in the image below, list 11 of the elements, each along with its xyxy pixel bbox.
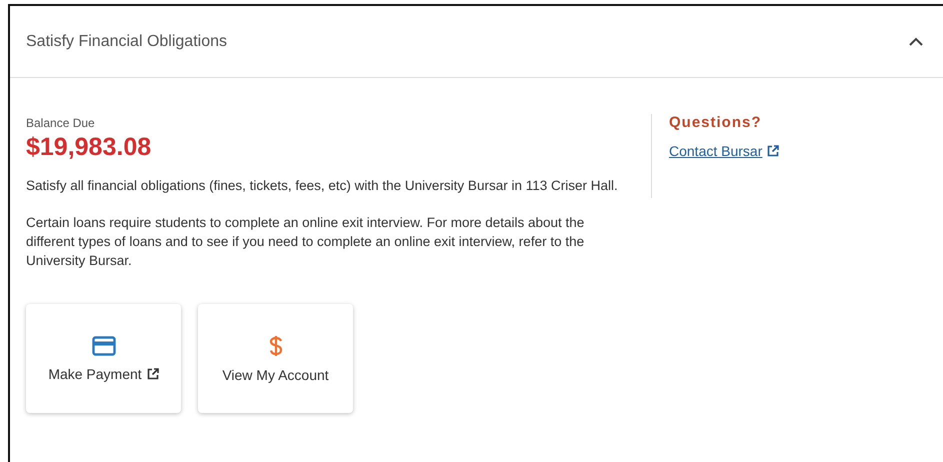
paragraph: Certain loans require students to complete an online exit interview. For more details about the different types of loans and to see if you need to complete an online exit interview, refer to the University Bursar.: [26, 214, 586, 270]
credit-card-icon: [92, 336, 116, 356]
panel-title: Satisfy Financial Obligations: [26, 32, 227, 50]
paragraph: Satisfy all financial obligations (fines, tickets, fees, etc) with the University Bursar in 113 Criser Hall.: [26, 177, 619, 195]
questions-heading: Questions?: [669, 114, 763, 131]
balance-label: Balance Due: [26, 116, 96, 130]
action-card[interactable]: Make Payment: [26, 304, 181, 413]
action-card[interactable]: View My Account: [198, 304, 353, 413]
contact-link[interactable]: Contact Bursar: [669, 143, 780, 159]
dollar-icon: [268, 334, 282, 356]
balance-amount: $19,983.08: [26, 133, 152, 162]
